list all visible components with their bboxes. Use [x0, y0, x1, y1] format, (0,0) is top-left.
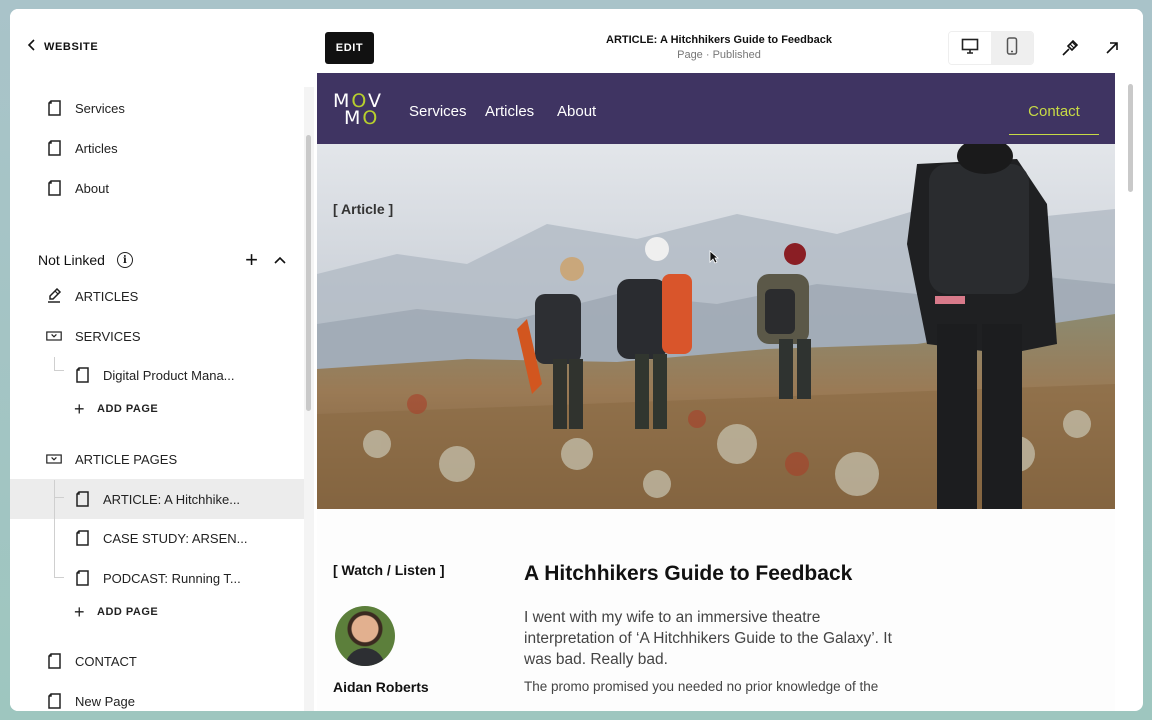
page-icon	[74, 366, 90, 384]
hero-image: [ Article ]	[317, 144, 1115, 509]
add-page-button-article-pages[interactable]: + ADD PAGE	[74, 600, 158, 624]
sidebar-item-label: ARTICLE: A Hitchhike...	[103, 491, 241, 507]
editor-topbar: EDIT ARTICLE: A Hitchhikers Guide to Fee…	[304, 9, 1143, 73]
article-body: The promo promised you needed no prior k…	[524, 679, 879, 694]
site-nav-about[interactable]: About	[557, 103, 596, 120]
author-name: Aidan Roberts	[333, 679, 429, 695]
back-to-website-link[interactable]: WEBSITE	[26, 39, 98, 54]
sidebar-item-services[interactable]: Services	[10, 89, 304, 127]
plus-icon: +	[74, 399, 86, 419]
page-icon	[46, 692, 62, 710]
add-page-label: ADD PAGE	[97, 606, 159, 618]
collection-icon	[46, 450, 62, 468]
article-title: A Hitchhikers Guide to Feedback	[524, 562, 853, 585]
sidebar-item-podcast[interactable]: PODCAST: Running T...	[10, 559, 304, 597]
site-nav-services[interactable]: Services	[409, 103, 467, 120]
mobile-view-button[interactable]	[991, 32, 1033, 64]
sidebar-item-label: PODCAST: Running T...	[103, 570, 241, 586]
collection-icon	[46, 327, 62, 345]
blog-icon	[46, 287, 62, 305]
chevron-left-icon	[26, 39, 38, 54]
sidebar-item-new-page[interactable]: New Page	[10, 682, 304, 711]
sidebar-item-label: ARTICLES	[75, 288, 139, 304]
add-page-label: ADD PAGE	[97, 403, 159, 415]
back-link-label: WEBSITE	[44, 40, 99, 53]
sidebar-item-label: New Page	[75, 693, 135, 709]
sidebar-item-services-collection[interactable]: SERVICES	[10, 317, 304, 355]
page-tree: Services Articles About Not Linked i + A…	[10, 87, 304, 711]
brush-icon[interactable]	[1059, 37, 1081, 59]
pages-sidebar: WEBSITE Services Articles About Not Link…	[10, 9, 314, 711]
page-icon	[46, 652, 62, 670]
device-view-toggle	[948, 31, 1034, 65]
site-header: MOV MO Services Articles About Contact	[317, 73, 1115, 144]
page-icon	[46, 139, 62, 157]
page-icon	[74, 569, 90, 587]
add-page-plus-icon[interactable]: +	[245, 249, 258, 271]
hikers-photo	[317, 144, 1115, 509]
article-section: [ Watch / Listen ] Aidan Roberts A Hitch…	[317, 509, 1115, 711]
sidebar-item-label: CASE STUDY: ARSEN...	[103, 530, 248, 546]
edit-button[interactable]: EDIT	[325, 32, 374, 64]
author-avatar	[335, 606, 395, 666]
open-external-icon[interactable]	[1101, 37, 1123, 59]
page-icon	[74, 490, 90, 508]
sidebar-item-label: Digital Product Mana...	[103, 367, 235, 383]
page-icon	[46, 179, 62, 197]
app-window: WEBSITE Services Articles About Not Link…	[10, 9, 1143, 711]
not-linked-header: Not Linked i +	[38, 247, 288, 273]
desktop-icon	[961, 38, 979, 59]
site-nav-articles[interactable]: Articles	[485, 103, 534, 120]
page-icon	[74, 529, 90, 547]
sidebar-item-contact[interactable]: CONTACT	[10, 642, 304, 680]
desktop-view-button[interactable]	[949, 32, 991, 64]
site-nav-contact[interactable]: Contact	[1009, 103, 1099, 120]
article-tag-label: [ Article ]	[333, 201, 394, 217]
page-icon	[46, 99, 62, 117]
sidebar-item-label: About	[75, 180, 109, 196]
info-icon[interactable]: i	[116, 252, 133, 268]
sidebar-item-label: Articles	[75, 140, 118, 156]
sidebar-item-label: ARTICLE PAGES	[75, 451, 178, 467]
sidebar-item-article-pages[interactable]: ARTICLE PAGES	[10, 440, 304, 478]
sidebar-item-label: Services	[75, 100, 125, 116]
add-page-button-services[interactable]: + ADD PAGE	[74, 397, 158, 421]
page-title: ARTICLE: A Hitchhikers Guide to Feedback	[606, 34, 832, 46]
mouse-cursor-icon	[709, 250, 720, 264]
preview-scrollbar[interactable]	[1128, 84, 1133, 192]
page-status: Page · Published	[677, 49, 761, 61]
mobile-icon	[1006, 36, 1018, 60]
sidebar-item-articles[interactable]: Articles	[10, 129, 304, 167]
chevron-up-icon[interactable]	[274, 253, 286, 269]
sidebar-item-label: CONTACT	[75, 653, 137, 669]
sidebar-item-label: SERVICES	[75, 328, 141, 344]
sidebar-item-articles-blog[interactable]: ARTICLES	[10, 277, 304, 315]
not-linked-label: Not Linked	[38, 252, 105, 268]
tree-connector	[54, 480, 64, 498]
watch-listen-label: [ Watch / Listen ]	[333, 562, 445, 578]
article-intro: I went with my wife to an immersive thea…	[524, 609, 892, 668]
plus-icon: +	[74, 602, 86, 622]
sidebar-item-digital-product[interactable]: Digital Product Mana...	[10, 356, 304, 394]
site-logo[interactable]: MOV MO	[333, 92, 387, 128]
contact-underline	[1009, 134, 1099, 135]
site-preview[interactable]: MOV MO Services Articles About Contact […	[317, 73, 1115, 711]
sidebar-item-about[interactable]: About	[10, 169, 304, 207]
sidebar-scrollbar[interactable]	[306, 135, 311, 411]
